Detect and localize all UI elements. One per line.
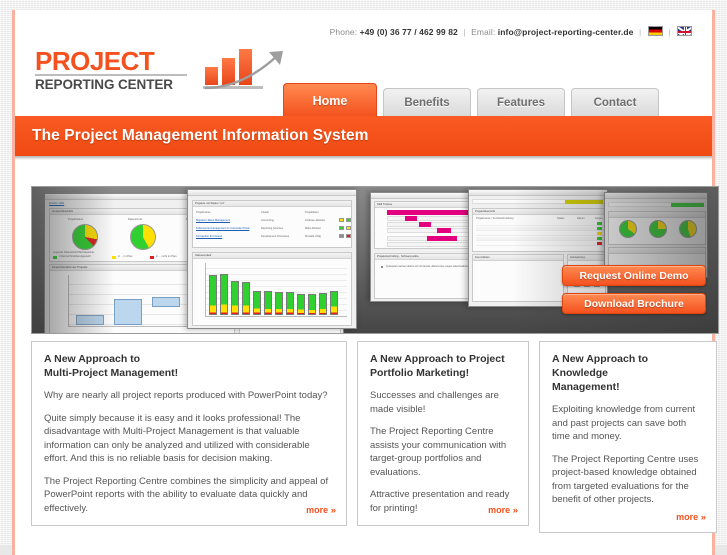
teaser-2-heading: A New Approach to Project Portfolio Mark…: [370, 352, 516, 380]
screenshot-pie-1: [72, 224, 98, 250]
screenshot-panel-note: Projektcontrolling - Schwerpunkte Quisqu…: [374, 253, 473, 299]
separator-3: |: [668, 27, 671, 37]
chevron-double-right-icon: »: [330, 505, 336, 516]
screenshot-finance-bar-3: [152, 297, 180, 307]
teaser-3-more-label: more: [676, 512, 699, 522]
headline-shadow: [15, 156, 712, 160]
hero-screenshot-reports[interactable]: Projekte mit Status "rot" Projektname Cl…: [187, 189, 357, 329]
flag-de-icon[interactable]: [647, 26, 663, 36]
teaser-1-more-label: more: [306, 505, 329, 515]
tab-features-label: Features: [497, 97, 545, 109]
teaser-multi-project-management: A New Approach to Multi-Project Manageme…: [31, 341, 347, 526]
page-title: The Project Management Information Syste…: [32, 127, 369, 144]
tab-benefits-label: Benefits: [404, 97, 450, 109]
teaser-3-paragraph-2: The Project Reporting Centre uses projec…: [552, 453, 699, 506]
site-logo[interactable]: PROJECT REPORTING CENTER: [35, 48, 295, 96]
tab-home-label: Home: [312, 93, 348, 108]
teaser-3-heading: A New Approach to Knowledge Management!: [552, 352, 704, 394]
teaser-2-more-label: more: [488, 505, 511, 515]
teaser-1-paragraph-3: The Project Reporting Centre combines th…: [44, 475, 329, 514]
teaser-3-paragraph-1: Exploiting knowledge from current and pa…: [552, 404, 696, 442]
teaser-1-paragraph-1: Why are nearly all project reports produ…: [44, 390, 328, 401]
tab-contact-label: Contact: [593, 97, 637, 109]
page-headline-bar: The Project Management Information Syste…: [15, 116, 712, 156]
teaser-1-heading-line1: A New Approach to: [44, 353, 141, 365]
screenshot-pie-2: [130, 224, 156, 250]
teaser-2-heading-line2: Portfolio Marketing!: [370, 367, 470, 379]
screenshot-panel-pie-row: [608, 211, 706, 245]
teaser-3-heading-line1: A New Approach to Knowledge: [552, 353, 649, 379]
tab-home[interactable]: Home: [283, 83, 377, 117]
tab-contact[interactable]: Contact: [571, 88, 659, 117]
contact-info: Phone: +49 (0) 36 77 / 462 99 82 | Email…: [330, 26, 692, 37]
hero-screenshot-matrix[interactable]: Skill Trainee Projektcontrolling - Schwe…: [370, 192, 475, 302]
hero-stage: Zurück | Hilfe Gesamtüberblick Projektst…: [31, 186, 719, 334]
separator-1: |: [463, 27, 466, 37]
teaser-1-heading: A New Approach to Multi-Project Manageme…: [44, 352, 334, 380]
phone-value[interactable]: +49 (0) 36 77 / 462 99 82: [360, 27, 458, 37]
tab-benefits[interactable]: Benefits: [383, 88, 471, 117]
teaser-project-portfolio-marketing: A New Approach to Project Portfolio Mark…: [357, 341, 529, 526]
screenshot-breadcrumb: Zurück | Hilfe: [49, 202, 65, 205]
screenshot-finance-bar-2: [114, 299, 142, 325]
download-brochure-button[interactable]: Download Brochure: [562, 293, 706, 314]
teaser-2-heading-line1: A New Approach to Project: [370, 353, 505, 365]
teaser-columns: A New Approach to Multi-Project Manageme…: [31, 341, 719, 533]
logo-text-secondary: REPORTING CENTER: [35, 74, 187, 92]
separator-2: |: [638, 27, 642, 37]
teaser-1-more-link[interactable]: more »: [306, 505, 336, 516]
main-navigation: Home Benefits Features Contact: [283, 82, 659, 117]
chevron-double-right-icon: »: [512, 505, 518, 516]
teaser-3-more-link[interactable]: more »: [676, 512, 706, 523]
hero-cta-group: Request Online Demo Download Brochure: [562, 265, 706, 321]
teaser-3-heading-line2: Management!: [552, 381, 620, 393]
flag-gb-icon[interactable]: [677, 26, 692, 36]
logo-chart-arrow-icon: [203, 48, 295, 94]
screenshot-panel-doc-list: Projektübersicht Projektname / Kurzbesch…: [472, 208, 606, 252]
screenshot-finance-bar-1: [76, 315, 104, 325]
top-contact-bar: Phone: +49 (0) 36 77 / 462 99 82 | Email…: [15, 10, 712, 37]
screenshot-panel-status-trend: Statusverlauf: [192, 252, 352, 326]
screenshot-panel-kpis: Kennzahlen: [472, 254, 564, 302]
request-online-demo-button[interactable]: Request Online Demo: [562, 265, 706, 286]
chevron-double-right-icon: »: [700, 512, 706, 523]
teaser-1-heading-line2: Multi-Project Management!: [44, 367, 179, 379]
screenshot-panel-skill-matrix: Skill Trainee: [374, 201, 473, 249]
teaser-2-paragraph-2: The Project Reporting Centre assists you…: [370, 426, 507, 478]
email-value[interactable]: info@project-reporting-center.de: [498, 27, 634, 37]
teaser-2-more-link[interactable]: more »: [488, 505, 518, 516]
site-container: Phone: +49 (0) 36 77 / 462 99 82 | Email…: [12, 10, 719, 555]
screenshot-panel-red-projects: Projekte mit Status "rot" Projektname Cl…: [192, 200, 352, 248]
teaser-2-paragraph-1: Successes and challenges are made visibl…: [370, 390, 499, 415]
email-label: Email:: [471, 27, 496, 37]
phone-label: Phone:: [329, 27, 358, 37]
teaser-1-paragraph-2: Quite simply because it is easy and it l…: [44, 412, 310, 465]
tab-features[interactable]: Features: [477, 88, 565, 117]
teaser-knowledge-management: A New Approach to Knowledge Management! …: [539, 341, 717, 533]
page-root: Phone: +49 (0) 36 77 / 462 99 82 | Email…: [0, 0, 727, 555]
